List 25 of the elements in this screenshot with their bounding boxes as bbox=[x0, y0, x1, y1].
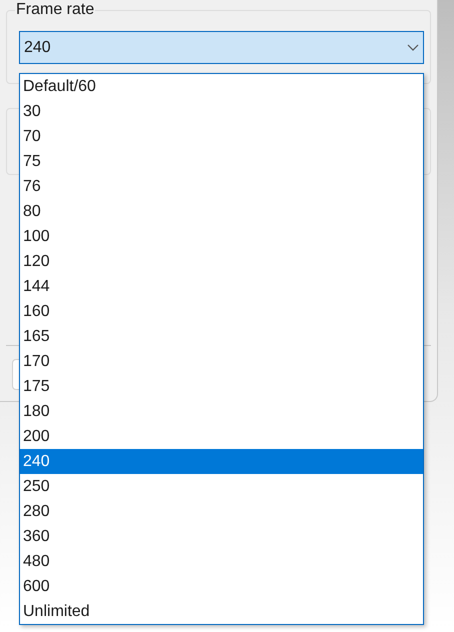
dropdown-option[interactable]: 120 bbox=[20, 249, 423, 274]
dropdown-option[interactable]: 30 bbox=[20, 99, 423, 124]
dropdown-option[interactable]: 480 bbox=[20, 549, 423, 574]
dropdown-option[interactable]: Default/60 bbox=[20, 74, 423, 99]
dropdown-option[interactable]: Unlimited bbox=[20, 599, 423, 624]
dropdown-option[interactable]: 200 bbox=[20, 424, 423, 449]
dropdown-option[interactable]: 360 bbox=[20, 524, 423, 549]
dropdown-option[interactable]: 100 bbox=[20, 224, 423, 249]
dropdown-option[interactable]: 170 bbox=[20, 349, 423, 374]
dropdown-option[interactable]: 165 bbox=[20, 324, 423, 349]
dropdown-option[interactable]: 160 bbox=[20, 299, 423, 324]
chevron-down-icon bbox=[407, 44, 419, 51]
dropdown-option[interactable]: 250 bbox=[20, 474, 423, 499]
dropdown-option[interactable]: 76 bbox=[20, 174, 423, 199]
dropdown-option[interactable]: 75 bbox=[20, 149, 423, 174]
dropdown-option[interactable]: 70 bbox=[20, 124, 423, 149]
dropdown-option[interactable]: 600 bbox=[20, 574, 423, 599]
dropdown-option[interactable]: 280 bbox=[20, 499, 423, 524]
dropdown-option[interactable]: 175 bbox=[20, 374, 423, 399]
dropdown-option[interactable]: 144 bbox=[20, 274, 423, 299]
frame-rate-dropdown[interactable]: 240 bbox=[19, 31, 424, 64]
dropdown-option[interactable]: 80 bbox=[20, 199, 423, 224]
dropdown-option[interactable]: 240 bbox=[20, 449, 423, 474]
dropdown-option[interactable]: 180 bbox=[20, 399, 423, 424]
dropdown-value: 240 bbox=[24, 38, 51, 58]
